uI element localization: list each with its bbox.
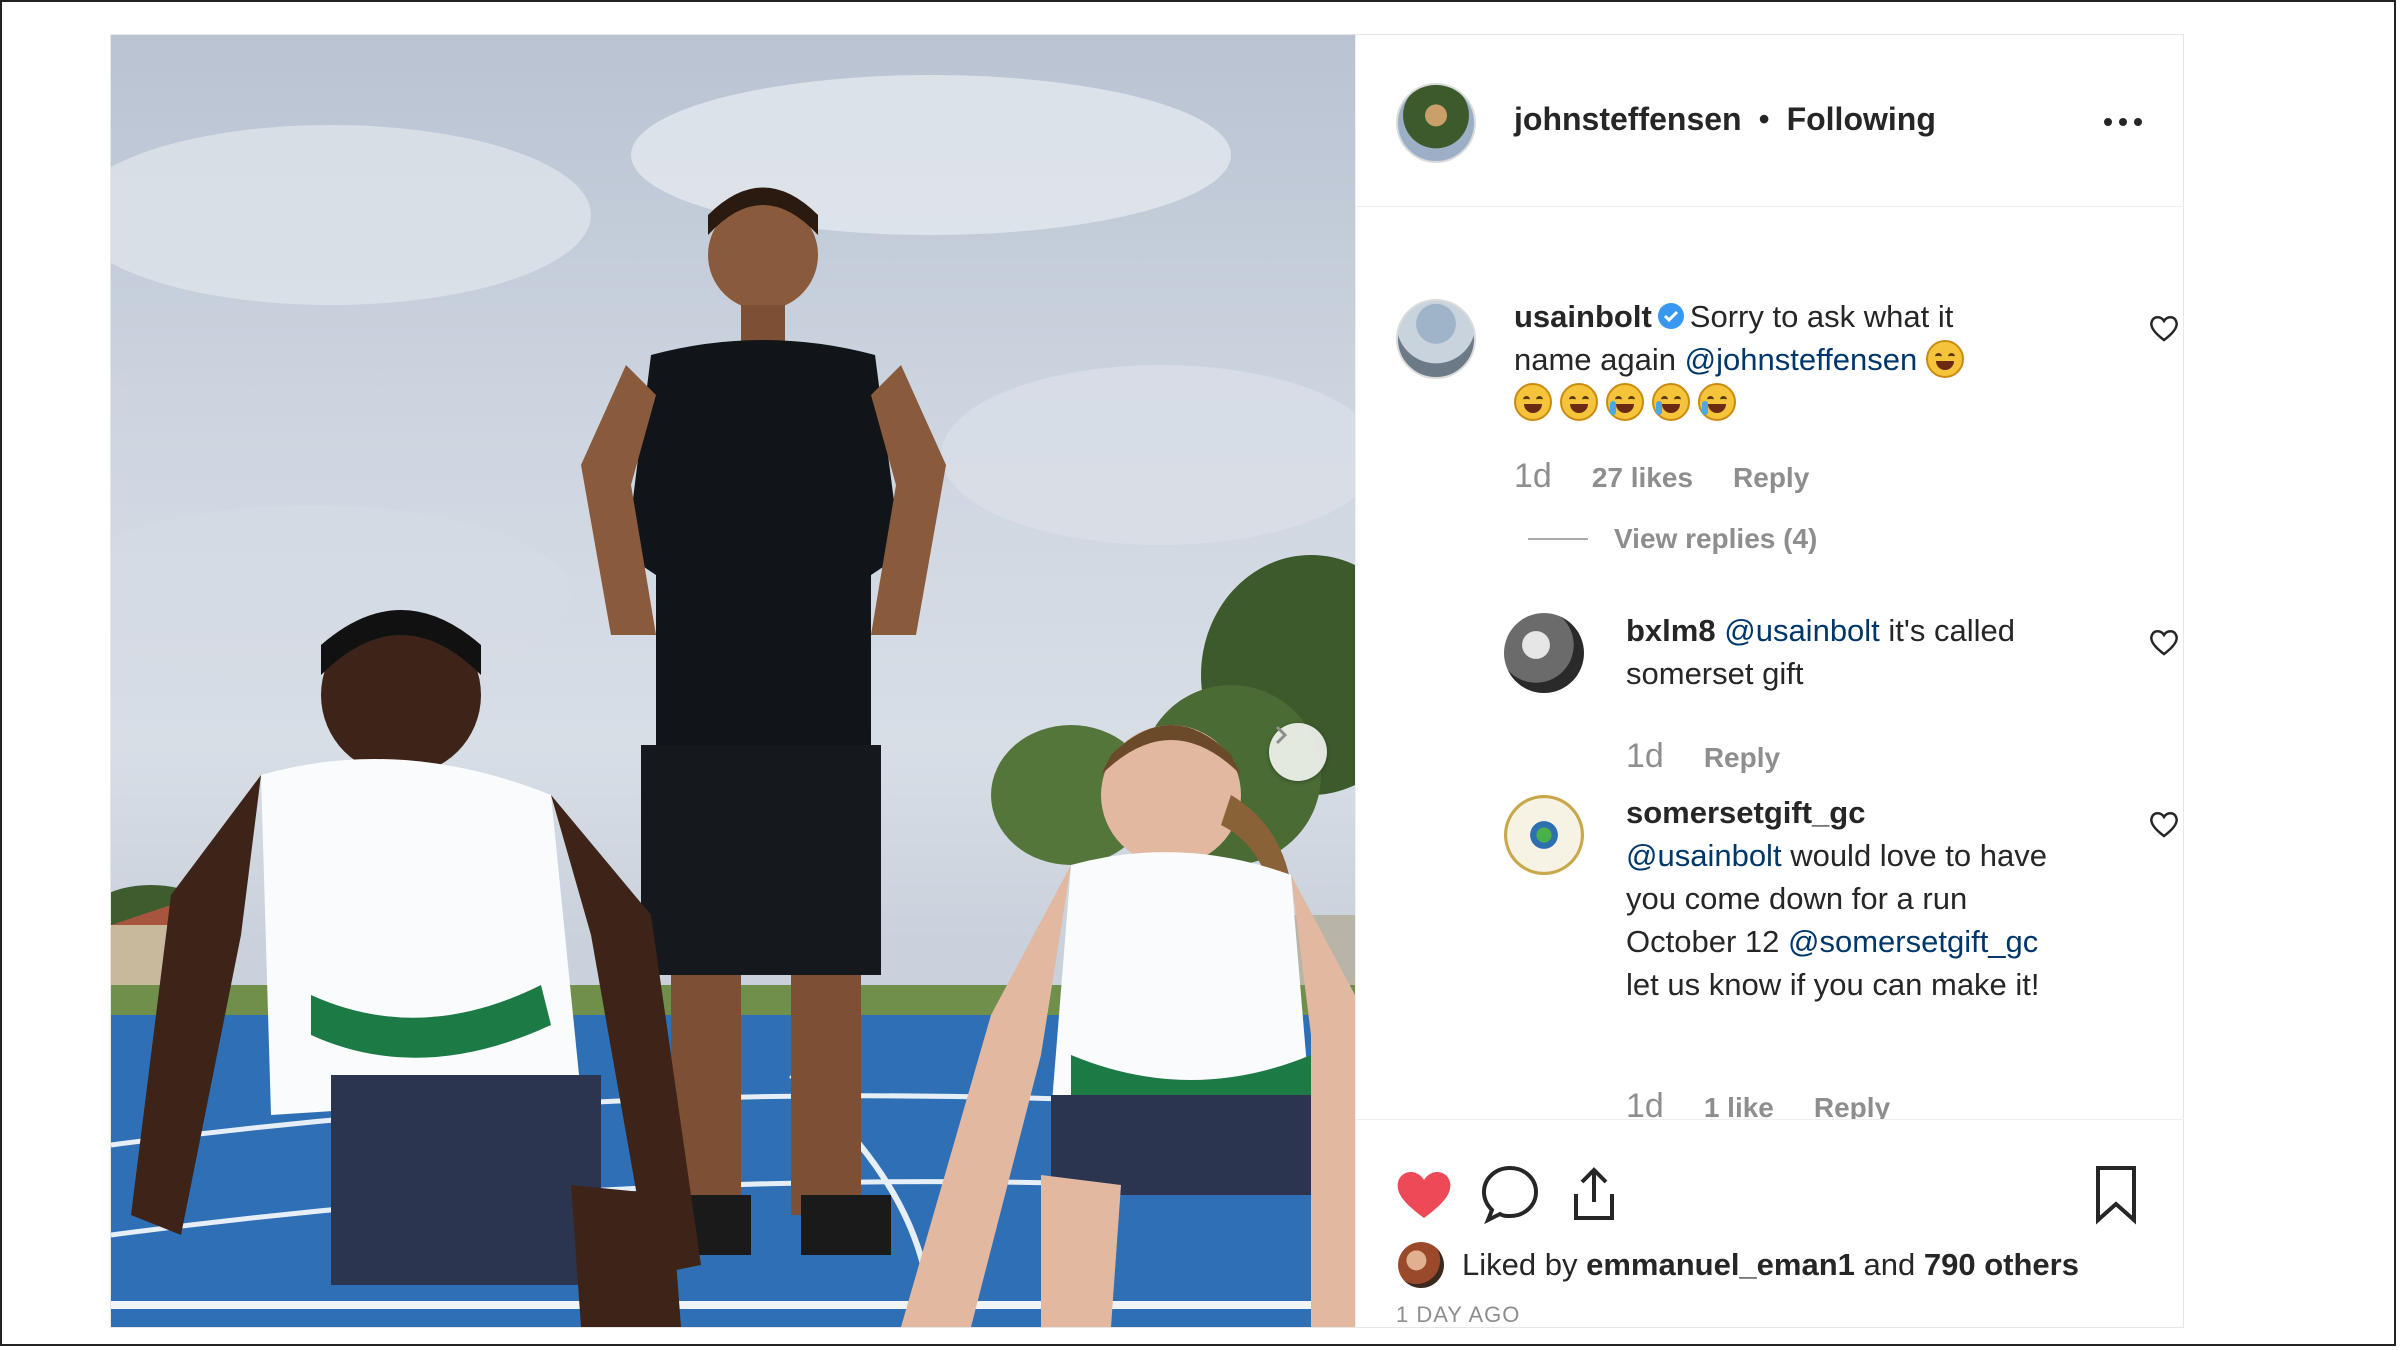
liked-by: Liked by emmanuel_eman1 and 790 others bbox=[1398, 1242, 2079, 1288]
chevron-right-icon bbox=[1275, 725, 1288, 745]
comment-likes[interactable]: 1 like bbox=[1704, 1092, 1774, 1119]
poster-info: johnsteffensen • Following bbox=[1514, 101, 1936, 138]
next-photo-button[interactable] bbox=[1269, 723, 1327, 781]
crying-emoji-icon bbox=[1652, 383, 1690, 421]
comment-body: let us know if you can make it! bbox=[1626, 967, 2040, 1002]
header-separator: • bbox=[1758, 101, 1770, 137]
share-icon[interactable] bbox=[1562, 1162, 1626, 1226]
comment-meta: 1d 27 likes Reply bbox=[1514, 457, 1809, 496]
liker-avatar[interactable] bbox=[1398, 1242, 1444, 1288]
laughing-emoji-icon bbox=[1560, 383, 1598, 421]
comment-meta: 1d 1 like Reply bbox=[1626, 1087, 1890, 1119]
verified-badge-icon bbox=[1657, 303, 1684, 329]
commenter-avatar[interactable] bbox=[1396, 299, 1476, 379]
posted-time[interactable]: 1 DAY AGO bbox=[1396, 1302, 1520, 1328]
reply-button[interactable]: Reply bbox=[1814, 1092, 1890, 1119]
post-side-panel: johnsteffensen • Following usainbolt Sorr… bbox=[1355, 35, 2184, 1327]
like-comment-heart-icon[interactable] bbox=[2148, 627, 2180, 657]
like-comment-heart-icon[interactable] bbox=[2148, 809, 2180, 839]
comment-mention[interactable]: @somersetgift_gc bbox=[1788, 924, 2038, 959]
crying-emoji-icon bbox=[1698, 383, 1736, 421]
post-photo[interactable] bbox=[111, 35, 1355, 1327]
comment-bubble-icon[interactable] bbox=[1478, 1162, 1542, 1226]
comment-meta: 1d Reply bbox=[1626, 737, 1780, 776]
photo-illustration bbox=[111, 75, 1355, 1327]
liked-by-prefix: Liked by bbox=[1462, 1247, 1578, 1282]
poster-username[interactable]: johnsteffensen bbox=[1514, 101, 1742, 137]
comment-time: 1d bbox=[1626, 737, 1664, 775]
view-replies-label: View replies (4) bbox=[1614, 523, 1818, 554]
following-button[interactable]: Following bbox=[1787, 101, 1936, 137]
reply-button[interactable]: Reply bbox=[1704, 742, 1780, 774]
liked-by-others[interactable]: 790 others bbox=[1924, 1247, 2079, 1283]
like-heart-icon[interactable] bbox=[1392, 1162, 1456, 1226]
liked-by-and: and bbox=[1863, 1247, 1916, 1282]
more-options-icon[interactable] bbox=[2104, 107, 2154, 137]
bookmark-icon[interactable] bbox=[2084, 1162, 2148, 1226]
post-header: johnsteffensen • Following bbox=[1356, 35, 2184, 207]
comment-likes[interactable]: 27 likes bbox=[1592, 462, 1693, 494]
comment-username[interactable]: bxlm8 bbox=[1626, 613, 1716, 648]
comment-time: 1d bbox=[1514, 457, 1552, 495]
window-frame: johnsteffensen • Following usainbolt Sorr… bbox=[0, 0, 2396, 1346]
comment-username[interactable]: somersetgift_gc bbox=[1626, 795, 1865, 830]
laughing-emoji-icon bbox=[1514, 383, 1552, 421]
comment-mention[interactable]: @usainbolt bbox=[1724, 613, 1880, 648]
comment-username[interactable]: usainbolt bbox=[1514, 299, 1652, 334]
comment-time: 1d bbox=[1626, 1087, 1664, 1119]
comment-mention[interactable]: @usainbolt bbox=[1626, 838, 1782, 873]
instagram-post: johnsteffensen • Following usainbolt Sorr… bbox=[110, 34, 2184, 1328]
replies-divider bbox=[1528, 538, 1588, 540]
poster-avatar[interactable] bbox=[1396, 83, 1476, 163]
laughing-emoji-icon bbox=[1925, 340, 1964, 378]
view-replies-button[interactable]: View replies (4) bbox=[1528, 523, 1817, 555]
comment-text: usainbolt Sorry to ask what it name again… bbox=[1514, 295, 2034, 424]
comment-text: somersetgift_gc @usainbolt would love to… bbox=[1626, 791, 2066, 1006]
comments-list[interactable]: usainbolt Sorry to ask what it name again… bbox=[1356, 207, 2184, 1119]
commenter-avatar[interactable] bbox=[1504, 795, 1584, 875]
comment-text: bxlm8 @usainbolt it's called somerset gi… bbox=[1626, 609, 2066, 695]
comment-mention[interactable]: @johnsteffensen bbox=[1685, 342, 1918, 377]
reply-button[interactable]: Reply bbox=[1733, 462, 1809, 494]
post-actions: Liked by emmanuel_eman1 and 790 others 1… bbox=[1356, 1119, 2184, 1327]
like-comment-heart-icon[interactable] bbox=[2148, 313, 2180, 343]
commenter-avatar[interactable] bbox=[1504, 613, 1584, 693]
liked-by-user[interactable]: emmanuel_eman1 bbox=[1586, 1247, 1855, 1283]
crying-emoji-icon bbox=[1606, 383, 1644, 421]
